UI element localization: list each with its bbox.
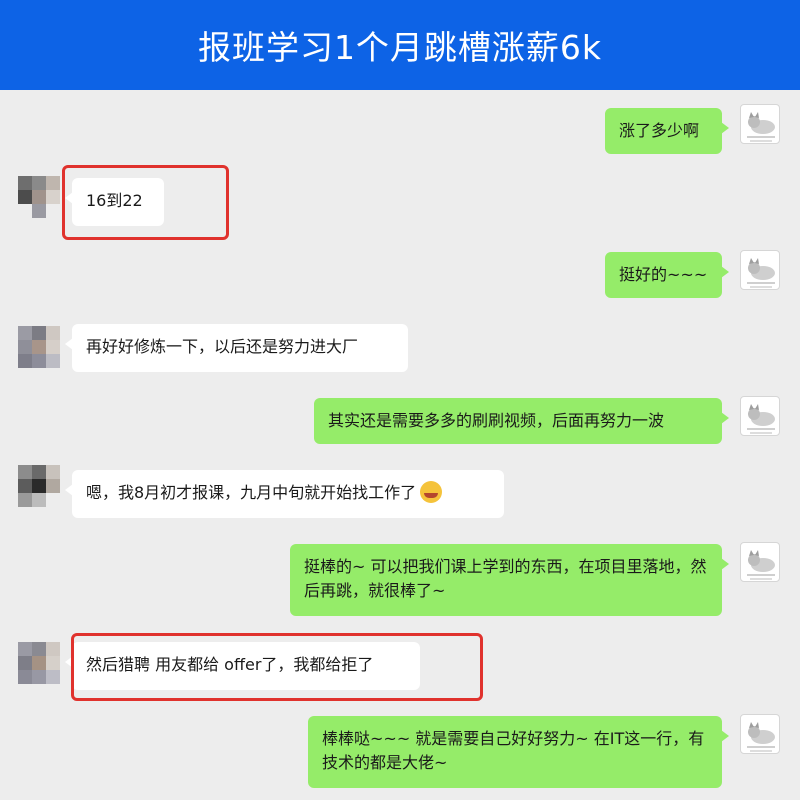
pixelated-avatar-icon	[18, 176, 60, 218]
sender-avatar[interactable]	[740, 396, 780, 436]
cat-sticker-avatar-icon	[747, 112, 775, 142]
sender-avatar[interactable]	[740, 542, 780, 582]
chat-messages[interactable]: 涨了多少啊 16到22 挺好的~~~ 再好好修炼一下，以后还是努力进大厂 其实还…	[0, 90, 800, 800]
crying-laughing-emoji-icon	[420, 481, 443, 503]
contact-avatar[interactable]	[18, 326, 60, 368]
pixelated-avatar-icon	[18, 642, 60, 684]
red-highlight-box	[71, 633, 483, 701]
red-highlight-box	[62, 165, 229, 240]
message-text: 挺棒的~ 可以把我们课上学到的东西，在项目里落地，然后再跳，就很棒了~	[304, 557, 707, 600]
message-bubble-right[interactable]: 其实还是需要多多的刷刷视频，后面再努力一波	[314, 398, 729, 444]
contact-avatar[interactable]	[18, 176, 60, 218]
contact-avatar[interactable]	[18, 642, 60, 684]
message-bubble-left[interactable]: 再好好修炼一下，以后还是努力进大厂	[65, 324, 408, 372]
message-bubble-right[interactable]: 涨了多少啊	[605, 108, 729, 154]
message-bubble-left[interactable]: 嗯，我8月初才报课，九月中旬就开始找工作了	[65, 470, 504, 518]
chat-title-bar: 报班学习1个月跳槽涨薪6k	[0, 0, 800, 90]
contact-avatar[interactable]	[18, 465, 60, 507]
sender-avatar[interactable]	[740, 714, 780, 754]
cat-sticker-avatar-icon	[747, 404, 775, 434]
message-text: 涨了多少啊	[619, 121, 700, 140]
pixelated-avatar-icon	[18, 326, 60, 368]
message-text: 棒棒哒~~~ 就是需要自己好好努力~ 在IT这一行，有技术的都是大佬~	[322, 729, 705, 772]
page-title: 报班学习1个月跳槽涨薪6k	[197, 28, 603, 67]
message-text: 再好好修炼一下，以后还是努力进大厂	[86, 337, 359, 356]
cat-sticker-avatar-icon	[747, 722, 775, 752]
message-text: 其实还是需要多多的刷刷视频，后面再努力一波	[328, 411, 665, 430]
sender-avatar[interactable]	[740, 250, 780, 290]
message-text: 挺好的~~~	[619, 265, 708, 284]
pixelated-avatar-icon	[18, 465, 60, 507]
message-bubble-right[interactable]: 棒棒哒~~~ 就是需要自己好好努力~ 在IT这一行，有技术的都是大佬~	[308, 716, 729, 788]
sender-avatar[interactable]	[740, 104, 780, 144]
message-text: 嗯，我8月初才报课，九月中旬就开始找工作了	[86, 483, 417, 502]
message-bubble-right[interactable]: 挺好的~~~	[605, 252, 729, 298]
cat-sticker-avatar-icon	[747, 550, 775, 580]
message-bubble-right[interactable]: 挺棒的~ 可以把我们课上学到的东西，在项目里落地，然后再跳，就很棒了~	[290, 544, 729, 616]
cat-sticker-avatar-icon	[747, 258, 775, 288]
